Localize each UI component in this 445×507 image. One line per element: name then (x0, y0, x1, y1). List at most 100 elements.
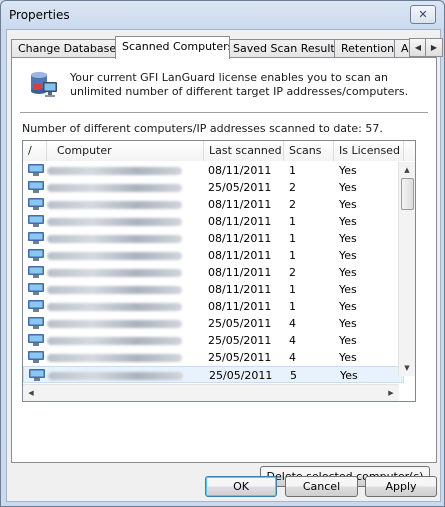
computer-icon (28, 283, 44, 295)
scanned-computers-panel: Your current GFI LanGuard license enable… (11, 57, 437, 487)
is-licensed-cell: Yes (339, 351, 357, 364)
computer-icon (28, 266, 44, 278)
cancel-button[interactable]: Cancel (285, 476, 358, 497)
arrow-down-icon: ▼ (404, 364, 410, 372)
horizontal-scrollbar[interactable]: ◀ ▶ (23, 384, 399, 401)
last-scanned-column-header[interactable]: Last scanned (204, 141, 284, 161)
apply-button[interactable]: Apply (365, 476, 437, 497)
scans-cell: 1 (289, 232, 296, 245)
table-row[interactable]: 08/11/2011 1 Yes (23, 281, 404, 298)
is-licensed-column-header[interactable]: Is Licensed (334, 141, 404, 161)
computer-name-redacted (48, 372, 183, 380)
column-label: Last scanned (209, 144, 282, 157)
computer-icon (28, 351, 44, 363)
computer-name-redacted (47, 286, 182, 294)
window-title: Properties (9, 8, 70, 22)
is-licensed-cell: Yes (339, 283, 357, 296)
computer-name-redacted (47, 252, 182, 260)
scroll-right-button[interactable]: ▶ (383, 385, 399, 401)
license-info-text: Your current GFI LanGuard license enable… (70, 71, 409, 98)
last-scanned-cell: 25/05/2011 (209, 369, 273, 382)
is-licensed-cell: Yes (339, 334, 357, 347)
is-licensed-cell: Yes (339, 266, 357, 279)
scans-column-header[interactable]: Scans (284, 141, 334, 161)
computer-name-redacted (47, 303, 182, 311)
is-licensed-cell: Yes (339, 181, 357, 194)
computer-icon (28, 164, 44, 176)
table-row[interactable]: 08/11/2011 1 Yes (23, 247, 404, 264)
last-scanned-cell: 08/11/2011 (208, 249, 272, 262)
last-scanned-cell: 08/11/2011 (208, 300, 272, 313)
is-licensed-cell: Yes (339, 317, 357, 330)
computer-name-redacted (47, 354, 182, 362)
table-row[interactable]: 25/05/2011 2 Yes (23, 179, 404, 196)
scans-cell: 5 (290, 369, 297, 382)
scans-cell: 1 (289, 283, 296, 296)
table-row[interactable]: 25/05/2011 4 Yes (23, 349, 404, 366)
scroll-up-button[interactable]: ▲ (399, 162, 415, 178)
arrow-left-icon: ◀ (28, 389, 34, 397)
scans-cell: 2 (289, 266, 296, 279)
table-row[interactable]: 08/11/2011 2 Yes (23, 196, 404, 213)
tab-retention[interactable]: Retention (334, 39, 399, 58)
computer-name-redacted (47, 184, 182, 192)
computer-name-redacted (47, 201, 182, 209)
tab-saved-scan-results[interactable]: Saved Scan Results (226, 39, 340, 58)
computer-name-redacted (47, 218, 182, 226)
button-label: OK (233, 480, 249, 493)
computer-icon (28, 249, 44, 261)
table-row[interactable]: 08/11/2011 1 Yes (23, 230, 404, 247)
vertical-scrollbar[interactable]: ▲ ▼ (398, 162, 415, 376)
sort-column-header[interactable]: / (23, 141, 47, 161)
column-label: Computer (57, 144, 112, 157)
computer-column-header[interactable]: Computer (47, 141, 204, 161)
is-licensed-cell: Yes (339, 215, 357, 228)
ok-button[interactable]: OK (205, 476, 277, 497)
tab-strip: Change Database Scanned Computers Saved … (11, 36, 443, 59)
last-scanned-cell: 25/05/2011 (208, 334, 272, 347)
table-row[interactable]: 08/11/2011 1 Yes (23, 213, 404, 230)
computer-name-redacted (47, 235, 182, 243)
scroll-left-button[interactable]: ◀ (23, 385, 39, 401)
properties-window: Properties ✕ Change Database Scanned Com… (0, 0, 445, 507)
tab-scroll-right-button[interactable]: ▶ (425, 38, 443, 57)
tab-change-database[interactable]: Change Database (11, 39, 120, 58)
is-licensed-cell: Yes (339, 198, 357, 211)
table-row[interactable]: 25/05/2011 4 Yes (23, 315, 404, 332)
list-header: / Computer Last scanned Scans Is License… (23, 141, 415, 161)
close-button[interactable]: ✕ (410, 5, 436, 24)
table-row[interactable]: 08/11/2011 2 Yes (23, 264, 404, 281)
is-licensed-cell: Yes (339, 164, 357, 177)
scans-cell: 4 (289, 334, 296, 347)
button-label: Apply (385, 480, 417, 493)
column-label: / (28, 144, 32, 157)
last-scanned-cell: 08/11/2011 (208, 266, 272, 279)
table-row[interactable]: 25/05/2011 4 Yes (23, 332, 404, 349)
tab-scanned-computers[interactable]: Scanned Computers (115, 36, 230, 59)
table-row[interactable]: 08/11/2011 1 Yes (23, 162, 404, 179)
scanned-computers-list[interactable]: / Computer Last scanned Scans Is License… (22, 140, 416, 402)
vertical-scroll-thumb[interactable] (401, 178, 414, 210)
computer-name-redacted (47, 320, 182, 328)
scans-cell: 4 (289, 317, 296, 330)
header-filler (404, 141, 415, 161)
is-licensed-cell: Yes (339, 300, 357, 313)
last-scanned-cell: 08/11/2011 (208, 164, 272, 177)
scans-cell: 1 (289, 215, 296, 228)
table-row[interactable]: 08/11/2011 1 Yes (23, 298, 404, 315)
computer-icon (28, 334, 44, 346)
computer-name-redacted (47, 337, 182, 345)
close-icon: ✕ (418, 8, 428, 21)
computer-name-redacted (47, 269, 182, 277)
dialog-body: Change Database Scanned Computers Saved … (6, 29, 443, 502)
tab-label: Scanned Computers (122, 40, 230, 53)
last-scanned-cell: 08/11/2011 (208, 283, 272, 296)
tab-label: Retention (341, 42, 395, 55)
last-scanned-cell: 25/05/2011 (208, 317, 272, 330)
scroll-down-button[interactable]: ▼ (399, 360, 415, 376)
scans-cell: 1 (289, 300, 296, 313)
column-label: Scans (289, 144, 322, 157)
computer-icon (28, 300, 44, 312)
title-bar[interactable]: Properties ✕ (1, 1, 444, 29)
table-row[interactable]: 25/05/2011 5 Yes (23, 366, 404, 383)
